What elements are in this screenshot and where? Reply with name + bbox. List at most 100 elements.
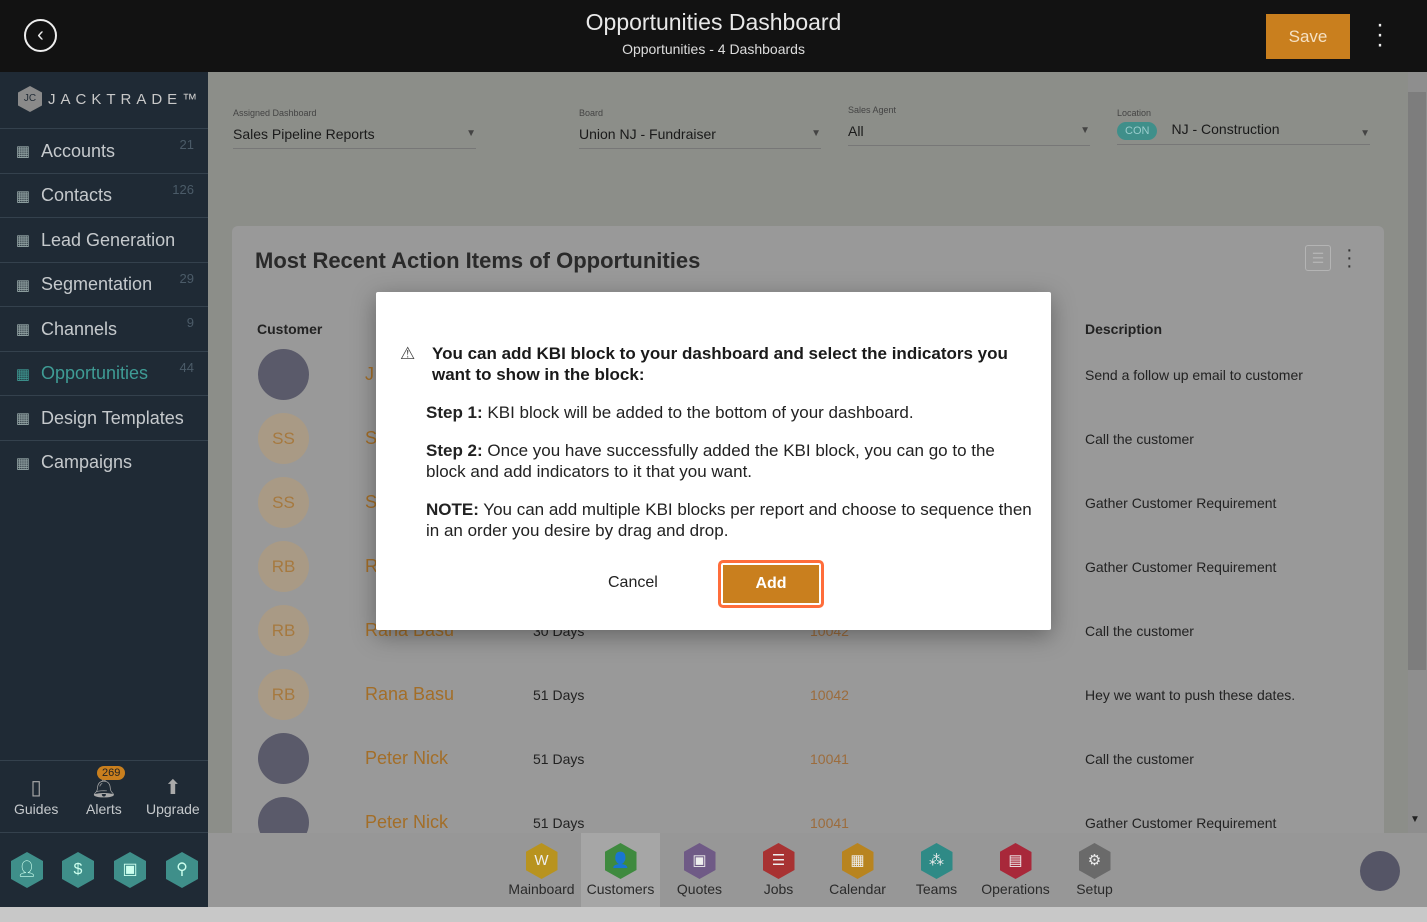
guides-icon: ▯ [30,777,42,799]
logo: JC JACKTRADE™ [18,86,202,112]
dialog-heading: You can add KBI block to your dashboard … [432,344,1008,384]
upgrade-button[interactable]: ⬆ Upgrade [146,775,200,817]
templates-icon: ▦ [15,410,31,427]
description: Hey we want to push these dates. [1085,687,1296,703]
contacts-icon: ▦ [15,187,31,205]
sidebar-item-accounts[interactable]: ▦ Accounts 21 [0,128,208,173]
more-options-icon[interactable]: · · · [1372,13,1388,57]
location-label: Location [1117,108,1152,118]
warning-icon: ⚠ [400,344,416,363]
building-icon: ▦ [15,143,31,160]
nav-setup[interactable]: ⚙ Setup [1055,833,1134,907]
nav-teams[interactable]: ⁂ Teams [897,833,976,907]
upgrade-label: Upgrade [146,801,200,817]
sidebar-item-design-templates[interactable]: ▦ Design Templates [0,395,208,440]
mainboard-icon: W [525,843,558,879]
sidebar-item-label: Channels [41,318,118,339]
dialog-note: NOTE: You can add multiple KBI blocks pe… [426,500,1032,540]
sidebar-item-label: Lead Generation [41,229,176,250]
dropdown-arrow-icon: ▼ [811,128,821,139]
nav-operations[interactable]: ▤ Operations [976,833,1055,907]
dropdown-arrow-icon: ▼ [1080,125,1090,136]
opportunity-id[interactable]: 10042 [810,687,849,703]
sidebar-item-lead-generation[interactable]: ▦ Lead Generation [0,217,208,262]
days-value: 51 Days [533,687,585,703]
sidebar-item-contacts[interactable]: ▦ Contacts 126 [0,172,208,218]
arrow-up-icon: ⬆ [164,777,182,799]
column-header-customer: Customer [257,321,323,337]
nav-label: Customers [586,881,655,897]
cancel-button[interactable]: Cancel [608,574,658,592]
network-icon: ▦ [15,232,31,249]
board-label: Board [579,108,604,118]
customers-icon: 👤 [604,843,637,879]
customer-name[interactable]: Rana Basu [365,684,454,705]
dialog-step-2: Step 2: Once you have successfully added… [426,441,995,481]
nav-customers[interactable]: 👤 Customers [581,833,660,907]
description: Call the customer [1085,431,1194,447]
sidebar-item-label: Campaigns [41,452,133,472]
board-select[interactable]: Board Union NJ - Fundraiser ▼ [579,108,821,149]
sidebar-item-count: 21 [179,137,194,152]
nav-calendar[interactable]: ▦ Calendar [818,833,897,907]
logo-text: JACKTRADE™ [48,90,203,108]
sidebar-item-label: Contacts [41,185,113,205]
card-more-icon[interactable]: · · · [1346,240,1353,276]
save-button[interactable]: Save [1266,14,1350,59]
jobs-icon: ☰ [762,843,795,879]
sidebar-item-segmentation[interactable]: ▦ Segmentation 29 [0,261,208,307]
scroll-down-icon[interactable]: ▼ [1410,814,1420,825]
dropdown-arrow-icon: ▼ [1360,128,1370,139]
nav-mainboard[interactable]: W Mainboard [502,833,581,907]
calendar-icon: ▦ [841,843,874,879]
nav-label: Setup [1076,881,1113,897]
assigned-dashboard-select[interactable]: Assigned Dashboard Sales Pipeline Report… [233,108,476,149]
page-title: Opportunities Dashboard [585,9,842,35]
sales-agent-value: All [848,123,864,139]
avatar: SS [258,413,309,464]
sidebar-item-opportunities[interactable]: ▦ Opportunities 44 [0,350,208,396]
sales-agent-select[interactable]: Sales Agent All ▼ [848,105,1090,146]
customer-name[interactable]: Peter Nick [365,748,448,769]
teams-icon: ⁂ [920,843,953,879]
sidebar-item-channels[interactable]: ▦ Channels 9 [0,306,208,351]
add-button[interactable]: Add [718,560,824,608]
opportunity-id[interactable]: 10041 [810,815,849,831]
customer-name[interactable]: Peter Nick [365,812,448,833]
avatar: RB [258,669,309,720]
sidebar-item-label: Design Templates [41,407,184,428]
nav-label: Operations [981,881,1050,897]
description: Gather Customer Requirement [1085,559,1277,575]
list-view-icon[interactable]: ☰ [1305,245,1331,271]
avatar: RB [258,541,309,592]
description: Send a follow up email to customer [1085,367,1303,383]
user-avatar[interactable] [1360,851,1400,891]
customer-name[interactable]: J [365,364,374,385]
description: Gather Customer Requirement [1085,815,1277,831]
sidebar-item-campaigns[interactable]: ▦ Campaigns [0,439,208,485]
alerts-label: Alerts [86,801,122,817]
description: Gather Customer Requirement [1085,495,1277,511]
guides-button[interactable]: ▯ Guides [14,775,58,817]
nav-label: Mainboard [508,881,575,897]
description: Call the customer [1085,623,1194,639]
location-value: NJ - Construction [1171,121,1280,137]
description: Call the customer [1085,751,1194,767]
channels-icon: ▦ [15,321,31,338]
scrollbar-thumb[interactable] [1408,92,1426,670]
opportunity-id[interactable]: 10041 [810,751,849,767]
alerts-button[interactable]: 🔔︎ Alerts [86,775,122,817]
nav-jobs[interactable]: ☰ Jobs [739,833,818,907]
column-header-description: Description [1085,321,1163,337]
avatar: SS [258,477,309,528]
location-select[interactable]: Location CON NJ - Construction ▼ [1117,108,1370,145]
sidebar-item-count: 44 [179,359,194,375]
segmentation-icon: ▦ [15,276,31,294]
sidebar-item-label: Opportunities [41,363,149,383]
assigned-dashboard-label: Assigned Dashboard [233,108,317,118]
assigned-dashboard-value: Sales Pipeline Reports [233,126,375,142]
sidebar-item-count: 29 [179,270,194,286]
campaigns-icon: ▦ [15,454,31,472]
operations-icon: ▤ [999,843,1032,879]
nav-quotes[interactable]: ▣ Quotes [660,833,739,907]
